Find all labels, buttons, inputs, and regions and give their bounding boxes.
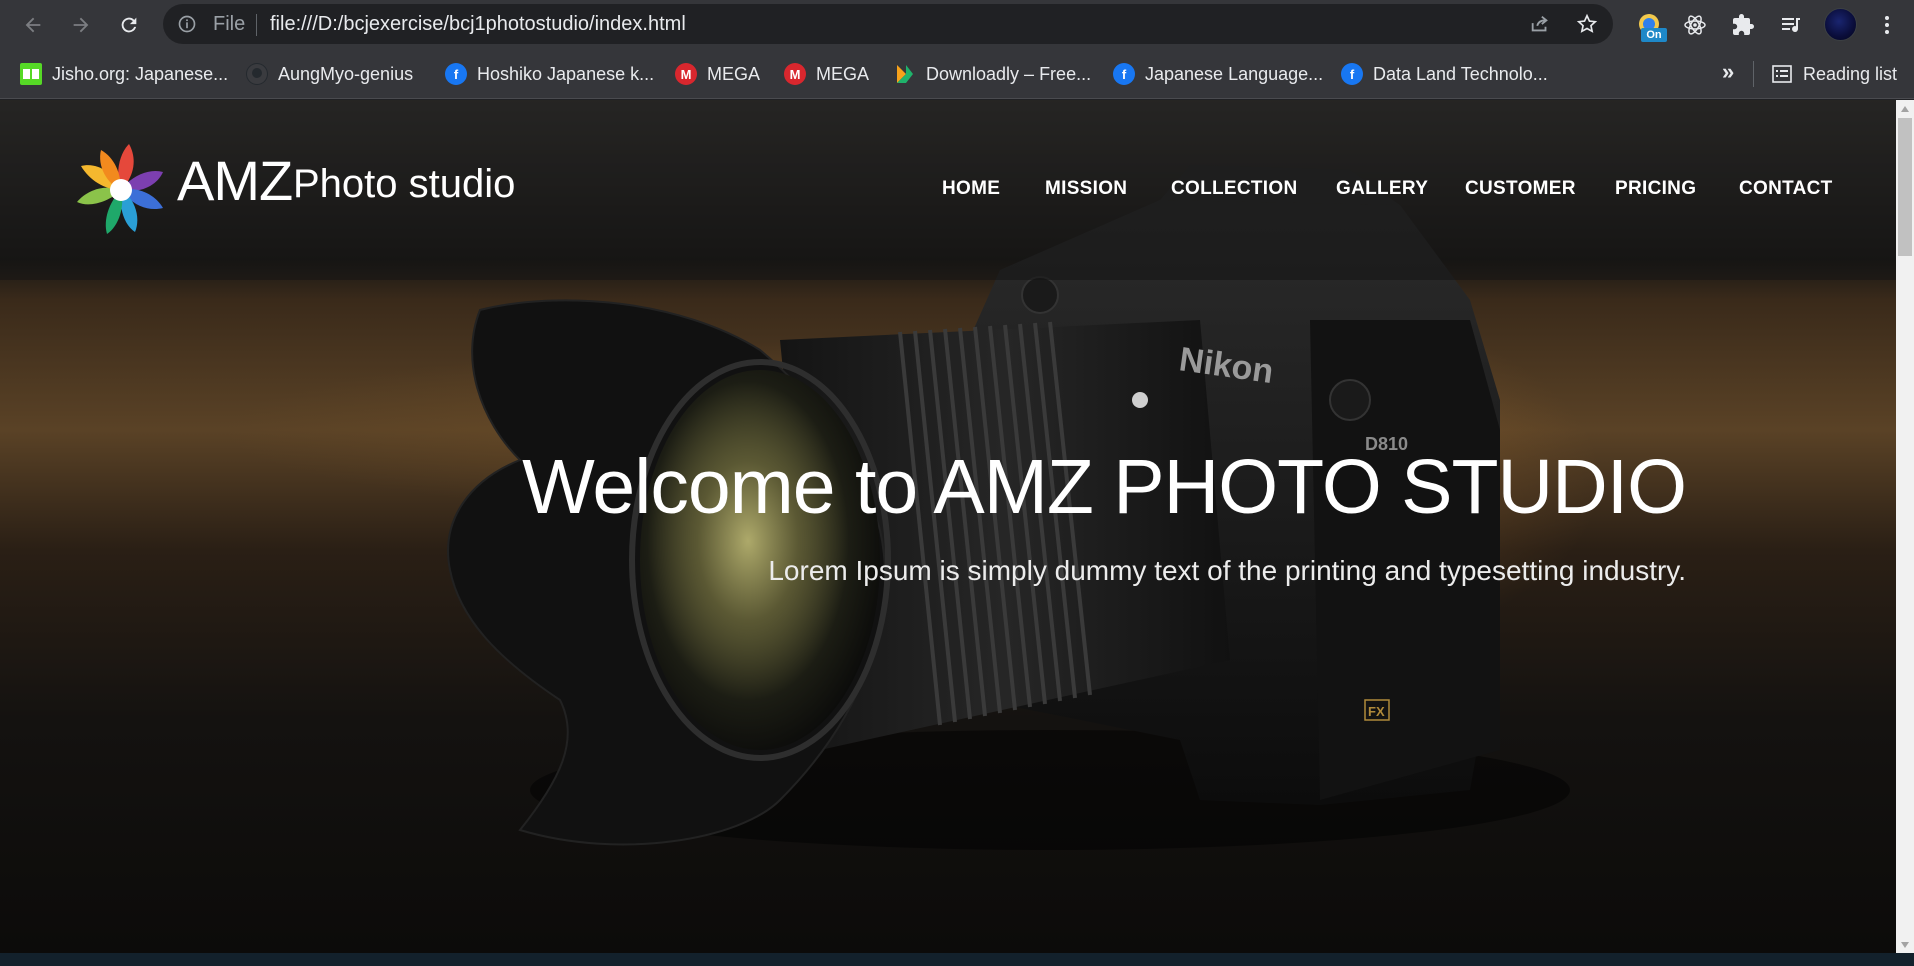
- facebook-icon: f: [445, 63, 467, 85]
- nav-contact[interactable]: CONTACT: [1739, 178, 1833, 200]
- info-icon[interactable]: [177, 14, 197, 34]
- media-control-button[interactable]: [1777, 11, 1805, 39]
- bookmark-item[interactable]: f Data Land Technolo...: [1341, 61, 1548, 87]
- react-devtools-button[interactable]: [1681, 11, 1709, 39]
- facebook-icon: f: [1341, 63, 1363, 85]
- scheme-label: File: [213, 13, 246, 35]
- bookmark-item[interactable]: f Hoshiko Japanese k...: [445, 61, 654, 87]
- nav-collection[interactable]: COLLECTION: [1171, 178, 1298, 200]
- bookmark-star-icon[interactable]: [1576, 13, 1598, 35]
- bookmark-item[interactable]: M MEGA: [675, 61, 760, 87]
- facebook-icon: f: [1113, 63, 1135, 85]
- camera-fx-text: FX: [1368, 704, 1385, 719]
- browser-toolbar: File file:///D:/bcjexercise/bcj1photostu…: [0, 0, 1914, 49]
- bookmark-label: MEGA: [816, 63, 870, 84]
- bookmarks-divider: [1753, 61, 1754, 87]
- logo-subtitle-text[interactable]: Photo studio: [293, 162, 515, 207]
- downloadly-icon: [894, 63, 916, 85]
- extensions-button[interactable]: [1729, 11, 1757, 39]
- url-text[interactable]: file:///D:/bcjexercise/bcj1photostudio/i…: [270, 13, 686, 36]
- playlist-icon: [1782, 18, 1800, 33]
- scroll-up-arrow-icon[interactable]: [1896, 100, 1914, 117]
- mega-icon: M: [675, 63, 697, 85]
- nav-mission[interactable]: MISSION: [1045, 178, 1127, 200]
- bookmark-label: Jisho.org: Japanese...: [52, 63, 229, 84]
- puzzle-icon: [1733, 14, 1754, 35]
- bookmarks-overflow-button[interactable]: »: [1722, 59, 1734, 85]
- page-viewport: Nikon D810 FX AMZ Photo studio HOME MISS…: [0, 100, 1896, 953]
- bookmark-label: Hoshiko Japanese k...: [477, 63, 655, 84]
- flower-logo-icon[interactable]: [73, 142, 169, 238]
- bookmark-item[interactable]: M MEGA: [784, 61, 869, 87]
- reading-list-icon: [1771, 63, 1793, 85]
- scroll-down-arrow-icon[interactable]: [1896, 936, 1914, 953]
- os-taskbar: [0, 953, 1914, 966]
- vertical-scrollbar[interactable]: [1896, 100, 1914, 953]
- browser-menu-button[interactable]: [1873, 11, 1901, 39]
- arrow-right-icon: [73, 17, 89, 33]
- bookmark-label: Data Land Technolo...: [1373, 63, 1548, 84]
- nav-customer[interactable]: CUSTOMER: [1465, 178, 1576, 200]
- bookmarks-bar: Jisho.org: Japanese... AungMyo-genius f …: [0, 49, 1914, 99]
- forward-button[interactable]: [65, 9, 97, 41]
- jisho-icon: [20, 63, 42, 85]
- extension-badge: On: [1641, 28, 1667, 42]
- address-bar[interactable]: File file:///D:/bcjexercise/bcj1photostu…: [163, 4, 1613, 44]
- hero-title: Welcome to AMZ PHOTO STUDIO: [522, 444, 1687, 530]
- mega-icon: M: [784, 63, 806, 85]
- more-vert-icon: [1885, 16, 1889, 34]
- bookmark-label: AungMyo-genius: [278, 63, 414, 84]
- bookmark-label: Downloadly – Free...: [926, 63, 1092, 84]
- nav-pricing[interactable]: PRICING: [1615, 178, 1696, 200]
- bookmark-item[interactable]: AungMyo-genius: [246, 61, 413, 87]
- nav-gallery[interactable]: GALLERY: [1336, 178, 1428, 200]
- omnibox-divider: [256, 14, 257, 36]
- logo-brand-text[interactable]: AMZ: [177, 148, 293, 213]
- bookmark-item[interactable]: Downloadly – Free...: [894, 61, 1091, 87]
- hero-subtitle: Lorem Ipsum is simply dummy text of the …: [768, 555, 1686, 586]
- github-icon: [246, 63, 268, 85]
- share-icon[interactable]: [1529, 13, 1551, 35]
- reload-icon: [121, 17, 137, 33]
- scrollbar-thumb[interactable]: [1898, 118, 1912, 256]
- reading-list-label: Reading list: [1803, 63, 1898, 84]
- bookmark-label: Japanese Language...: [1145, 63, 1324, 84]
- react-icon: [1684, 15, 1706, 35]
- profile-avatar[interactable]: [1824, 8, 1857, 41]
- arrow-left-icon: [25, 17, 41, 33]
- reload-button[interactable]: [113, 9, 145, 41]
- bookmark-item[interactable]: f Japanese Language...: [1113, 61, 1323, 87]
- nav-home[interactable]: HOME: [942, 178, 1000, 200]
- reading-list-button[interactable]: Reading list: [1771, 61, 1897, 87]
- bookmark-label: MEGA: [707, 63, 761, 84]
- back-button[interactable]: [17, 9, 49, 41]
- bookmark-item[interactable]: Jisho.org: Japanese...: [20, 61, 228, 87]
